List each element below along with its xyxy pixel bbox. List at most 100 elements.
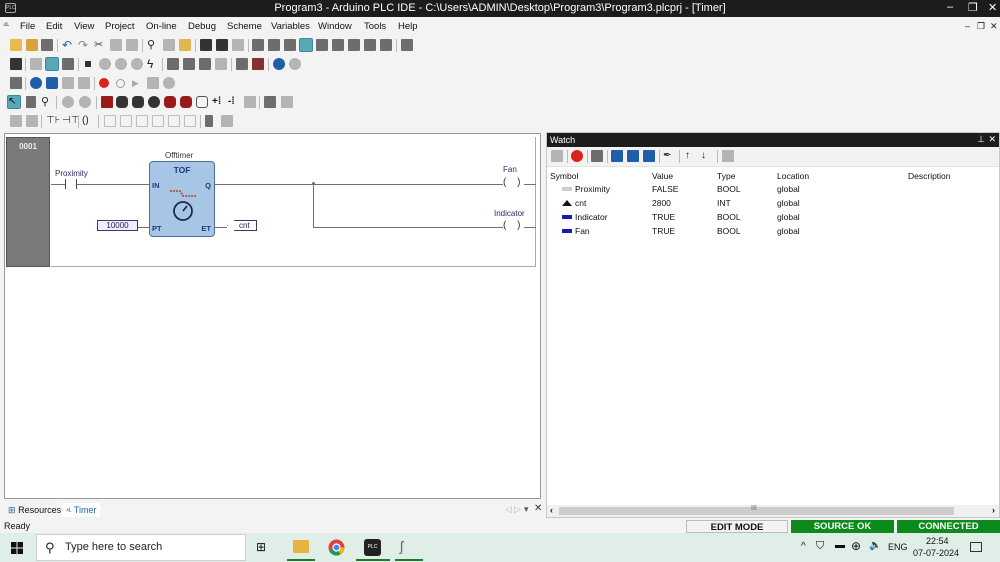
coil-indicator[interactable]: ( ) (503, 220, 525, 231)
step-into-icon[interactable] (46, 77, 58, 89)
warm-restart-icon[interactable] (115, 58, 127, 70)
menu-view[interactable]: View (74, 21, 94, 32)
menu-project[interactable]: Project (105, 21, 135, 32)
zoom-in-icon[interactable] (62, 96, 74, 108)
undo-icon[interactable]: ↶ (62, 39, 74, 51)
contact-parallel-icon[interactable]: ⊣⊤ (62, 115, 79, 127)
connection-icon[interactable] (26, 96, 36, 108)
coil-reset-icon[interactable] (168, 115, 180, 127)
remove-breakpoint-icon[interactable] (116, 79, 125, 88)
contact-no-icon[interactable] (104, 115, 116, 127)
insert-rung-above-icon[interactable] (10, 115, 22, 127)
mdi-close-button[interactable]: ✕ (990, 21, 998, 32)
watch-properties-icon[interactable] (551, 150, 563, 162)
menu-scheme[interactable]: Scheme (227, 21, 262, 32)
menu-window[interactable]: Window (318, 21, 352, 32)
insert-label-icon[interactable] (180, 96, 192, 108)
view-project-icon[interactable] (252, 39, 264, 51)
redo-icon[interactable]: ↷ (78, 39, 90, 51)
download-icon[interactable] (30, 58, 42, 70)
graphic-trigger-icon[interactable] (163, 77, 175, 89)
value[interactable]: TRUE (649, 224, 714, 238)
execution-order-icon[interactable] (281, 96, 293, 108)
insert-block-icon[interactable] (101, 96, 113, 108)
arduino-plc-ide-icon[interactable]: PLC (364, 539, 381, 556)
branch-start-icon[interactable] (205, 115, 213, 127)
table-icon[interactable] (215, 58, 227, 70)
rung-number[interactable]: 0001 (6, 137, 50, 267)
menu-debug[interactable]: Debug (188, 21, 216, 32)
cut-icon[interactable]: ✂ (94, 39, 106, 51)
remove-variable-icon[interactable] (571, 150, 583, 162)
mdi-minimize-button[interactable]: – (965, 21, 970, 31)
ladder-editor[interactable]: 0001 Proximity Offtimer TOF IN PT Q ET 1… (4, 133, 541, 499)
replace-icon[interactable] (163, 39, 175, 51)
insert-rung-below-icon[interactable] (26, 115, 38, 127)
zoom-icon[interactable]: ⚲ (41, 96, 53, 108)
step-icon[interactable] (30, 77, 42, 89)
save-list-icon[interactable] (611, 150, 623, 162)
language-indicator[interactable]: ENG (888, 542, 908, 552)
col-description[interactable]: Description (905, 170, 995, 182)
step-out-icon[interactable] (62, 77, 74, 89)
back-icon[interactable] (273, 58, 285, 70)
pin-icon[interactable]: ⊥ (977, 134, 985, 145)
instance-icon[interactable] (264, 96, 276, 108)
watch-row[interactable]: Fan TRUE BOOL global (547, 224, 995, 238)
copy-icon[interactable] (110, 39, 122, 51)
menu-help[interactable]: Help (398, 21, 418, 32)
insert-return-icon[interactable] (164, 96, 176, 108)
view-output-icon[interactable] (268, 39, 280, 51)
grid-remove-icon[interactable] (252, 58, 264, 70)
play-icon[interactable]: ▶ (132, 77, 144, 89)
zoom-out-icon[interactable] (79, 96, 91, 108)
grid-add-icon[interactable] (236, 58, 248, 70)
full-screen-icon[interactable] (401, 39, 413, 51)
restore-button[interactable]: ❐ (968, 1, 978, 14)
rung-1[interactable]: Proximity Offtimer TOF IN PT Q ET 10000 … (51, 137, 536, 267)
add-input-pin-icon[interactable]: +⁞ (212, 96, 224, 108)
menu-file[interactable]: File (20, 21, 35, 32)
tab-timer[interactable]: ⁴ᴸ Timer (62, 503, 101, 517)
select-pointer-icon[interactable]: ↖ (7, 95, 21, 109)
cable-app-icon[interactable]: ʃ (400, 538, 403, 554)
horizontal-scrollbar[interactable]: ‹ III › (547, 505, 999, 517)
insert-icon[interactable] (200, 39, 212, 51)
col-value[interactable]: Value (649, 170, 714, 182)
move-up-icon[interactable]: ↑ (685, 150, 697, 162)
view-xref-icon[interactable] (348, 39, 360, 51)
contact-nc-icon[interactable] (120, 115, 132, 127)
stop-icon[interactable] (85, 61, 91, 67)
tab-resources[interactable]: ⊞ Resources (4, 503, 65, 517)
clock-date[interactable]: 07-07-2024 (913, 548, 959, 558)
scroll-right-icon[interactable]: › (992, 505, 995, 515)
clock-time[interactable]: 22:54 (926, 536, 949, 546)
contact-proximity[interactable] (65, 179, 77, 189)
windows-icon[interactable] (722, 150, 734, 162)
find-in-project-icon[interactable] (179, 39, 191, 51)
compile-icon[interactable] (10, 58, 22, 70)
coil-fan[interactable]: ( ) (503, 177, 525, 188)
task-view-icon[interactable]: ⊞ (256, 540, 266, 554)
coil-set-icon[interactable] (184, 115, 196, 127)
network-icon[interactable]: ⊕ (851, 539, 861, 553)
mdi-restore-button[interactable]: ❐ (977, 21, 985, 32)
watch-close-button[interactable]: ✕ (988, 134, 996, 145)
new-icon[interactable] (10, 39, 22, 51)
cold-restart-icon[interactable] (99, 58, 111, 70)
menu-tools[interactable]: Tools (364, 21, 386, 32)
load-list-icon[interactable] (627, 150, 639, 162)
watch-row[interactable]: Indicator TRUE BOOL global (547, 210, 995, 224)
breakpoint-icon[interactable] (99, 78, 109, 88)
taskbar-search-box[interactable]: ⚲ Type here to search (36, 534, 246, 561)
tab-list-button[interactable]: ▾ (524, 504, 529, 515)
print-preview-icon[interactable] (232, 39, 244, 51)
contact-p-icon[interactable] (136, 115, 148, 127)
view-debug-icon[interactable] (380, 39, 392, 51)
security-icon[interactable]: ⛉ (816, 540, 824, 553)
file-explorer-icon[interactable] (293, 540, 309, 553)
add-variable-icon[interactable] (591, 150, 603, 162)
menu-online[interactable]: On-line (146, 21, 177, 32)
windows-start-icon[interactable] (11, 542, 23, 554)
watch-row[interactable]: cnt 2800 INT global (547, 196, 995, 210)
